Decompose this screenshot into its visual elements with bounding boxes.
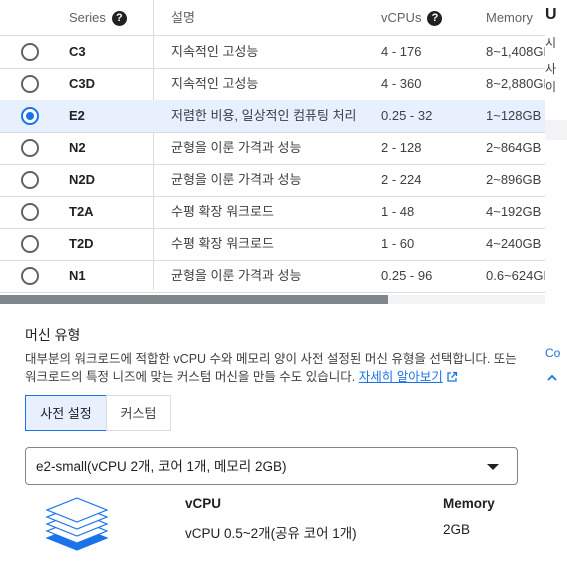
series-memory: 4~240GB [486,236,542,251]
tab-preset[interactable]: 사전 설정 [25,395,107,431]
series-name: T2D [69,236,94,251]
series-name: N2 [69,140,86,155]
table-row[interactable]: N2 균형을 이룬 가격과 성능 2 - 128 2~864GB [0,132,545,165]
series-description: 지속적인 고성능 [171,76,259,91]
learn-more-link[interactable]: 자세히 알아보기 [359,370,443,384]
horizontal-scrollbar[interactable] [0,295,545,304]
chevron-up-icon[interactable] [547,373,557,383]
section-description: 대부분의 워크로드에 적합한 vCPU 수와 메모리 양이 사전 설정된 머신 … [25,352,517,384]
dropdown-arrow-icon [487,464,499,470]
series-name: C3D [69,76,96,91]
series-memory: 4~192GB [486,204,542,219]
help-icon[interactable]: ? [111,11,127,27]
series-description: 수평 확장 워크로드 [171,204,274,219]
header-memory: Memory [486,10,533,25]
header-description: 설명 [171,10,195,25]
right-panel-text: 사 [545,62,557,76]
row-radio[interactable] [21,139,39,157]
table-row[interactable]: T2D 수평 확장 워크로드 1 - 60 4~240GB [0,228,545,261]
right-panel-link[interactable]: Co [545,346,560,360]
series-vcpus: 1 - 48 [381,204,415,219]
row-radio[interactable] [21,171,39,189]
series-memory: 2~864GB [486,140,542,155]
row-radio[interactable] [21,267,39,285]
tab-custom[interactable]: 커스텀 [106,395,171,431]
series-memory: 2~896GB [486,172,542,187]
right-panel-text: 시 [545,36,557,50]
machine-series-table: Series? 설명 vCPUs? Memory C3 지속적인 고성능 4 - 1… [0,0,545,305]
help-icon[interactable]: ? [427,11,443,27]
series-memory: 1~128GB [486,108,542,123]
scrollbar-thumb[interactable] [0,295,388,304]
right-panel-clipped: U 시 사 이 Co [545,0,567,566]
spec-memory-value: 2GB [443,522,471,537]
external-link-icon[interactable] [446,371,458,383]
series-memory: 0.6~624GB [486,268,545,283]
series-name: C3 [69,44,86,59]
layers-icon [45,497,109,551]
right-panel-text: 이 [545,80,557,94]
table-row[interactable]: C3D 지속적인 고성능 4 - 360 8~2,880GB [0,68,545,101]
series-vcpus: 2 - 224 [381,172,422,187]
machine-type-value: e2-small(vCPU 2개, 코어 1개, 메모리 2GB) [36,459,287,474]
series-description: 균형을 이룬 가격과 성능 [171,172,302,187]
series-vcpus: 2 - 128 [381,140,422,155]
spec-memory-label: Memory [443,496,495,511]
series-vcpus: 0.25 - 96 [381,268,433,283]
series-vcpus: 1 - 60 [381,236,415,251]
machine-type-select[interactable]: e2-small(vCPU 2개, 코어 1개, 메모리 2GB) [25,447,518,485]
series-description: 균형을 이룬 가격과 성능 [171,268,302,283]
series-description: 저렴한 비용, 일상적인 컴퓨팅 처리 [171,108,357,123]
row-radio[interactable] [21,203,39,221]
right-panel-title: U [545,6,557,23]
row-radio[interactable] [21,107,39,125]
row-radio[interactable] [21,43,39,61]
series-name: N1 [69,268,86,283]
series-description: 수평 확장 워크로드 [171,236,274,251]
series-memory: 8~2,880GB [486,76,545,91]
spec-vcpu-value: vCPU 0.5~2개(공유 코어 1개) [185,526,357,541]
table-row[interactable]: E2 저렴한 비용, 일상적인 컴퓨팅 처리 0.25 - 32 1~128GB [0,100,545,133]
series-vcpus: 4 - 176 [381,44,422,59]
series-description: 균형을 이룬 가격과 성능 [171,140,302,155]
series-name: T2A [69,204,94,219]
row-radio[interactable] [21,235,39,253]
spec-vcpu-label: vCPU [185,496,222,511]
header-series: Series? [69,0,127,35]
table-row[interactable]: N2D 균형을 이룬 가격과 성능 2 - 224 2~896GB [0,164,545,197]
row-radio[interactable] [21,75,39,93]
right-panel-box [545,120,567,140]
table-row[interactable]: C3 지속적인 고성능 4 - 176 8~1,408GB [0,36,545,69]
header-vcpus: vCPUs? [381,0,443,35]
table-header: Series? 설명 vCPUs? Memory [0,0,545,36]
series-vcpus: 4 - 360 [381,76,422,91]
series-memory: 8~1,408GB [486,44,545,59]
series-name: E2 [69,108,85,123]
table-row[interactable]: N1 균형을 이룬 가격과 성능 0.25 - 96 0.6~624GB [0,260,545,293]
series-description: 지속적인 고성능 [171,44,259,59]
section-title: 머신 유형 [25,327,81,343]
table-row[interactable]: T2A 수평 확장 워크로드 1 - 48 4~192GB [0,196,545,229]
series-name: N2D [69,172,96,187]
series-vcpus: 0.25 - 32 [381,108,433,123]
